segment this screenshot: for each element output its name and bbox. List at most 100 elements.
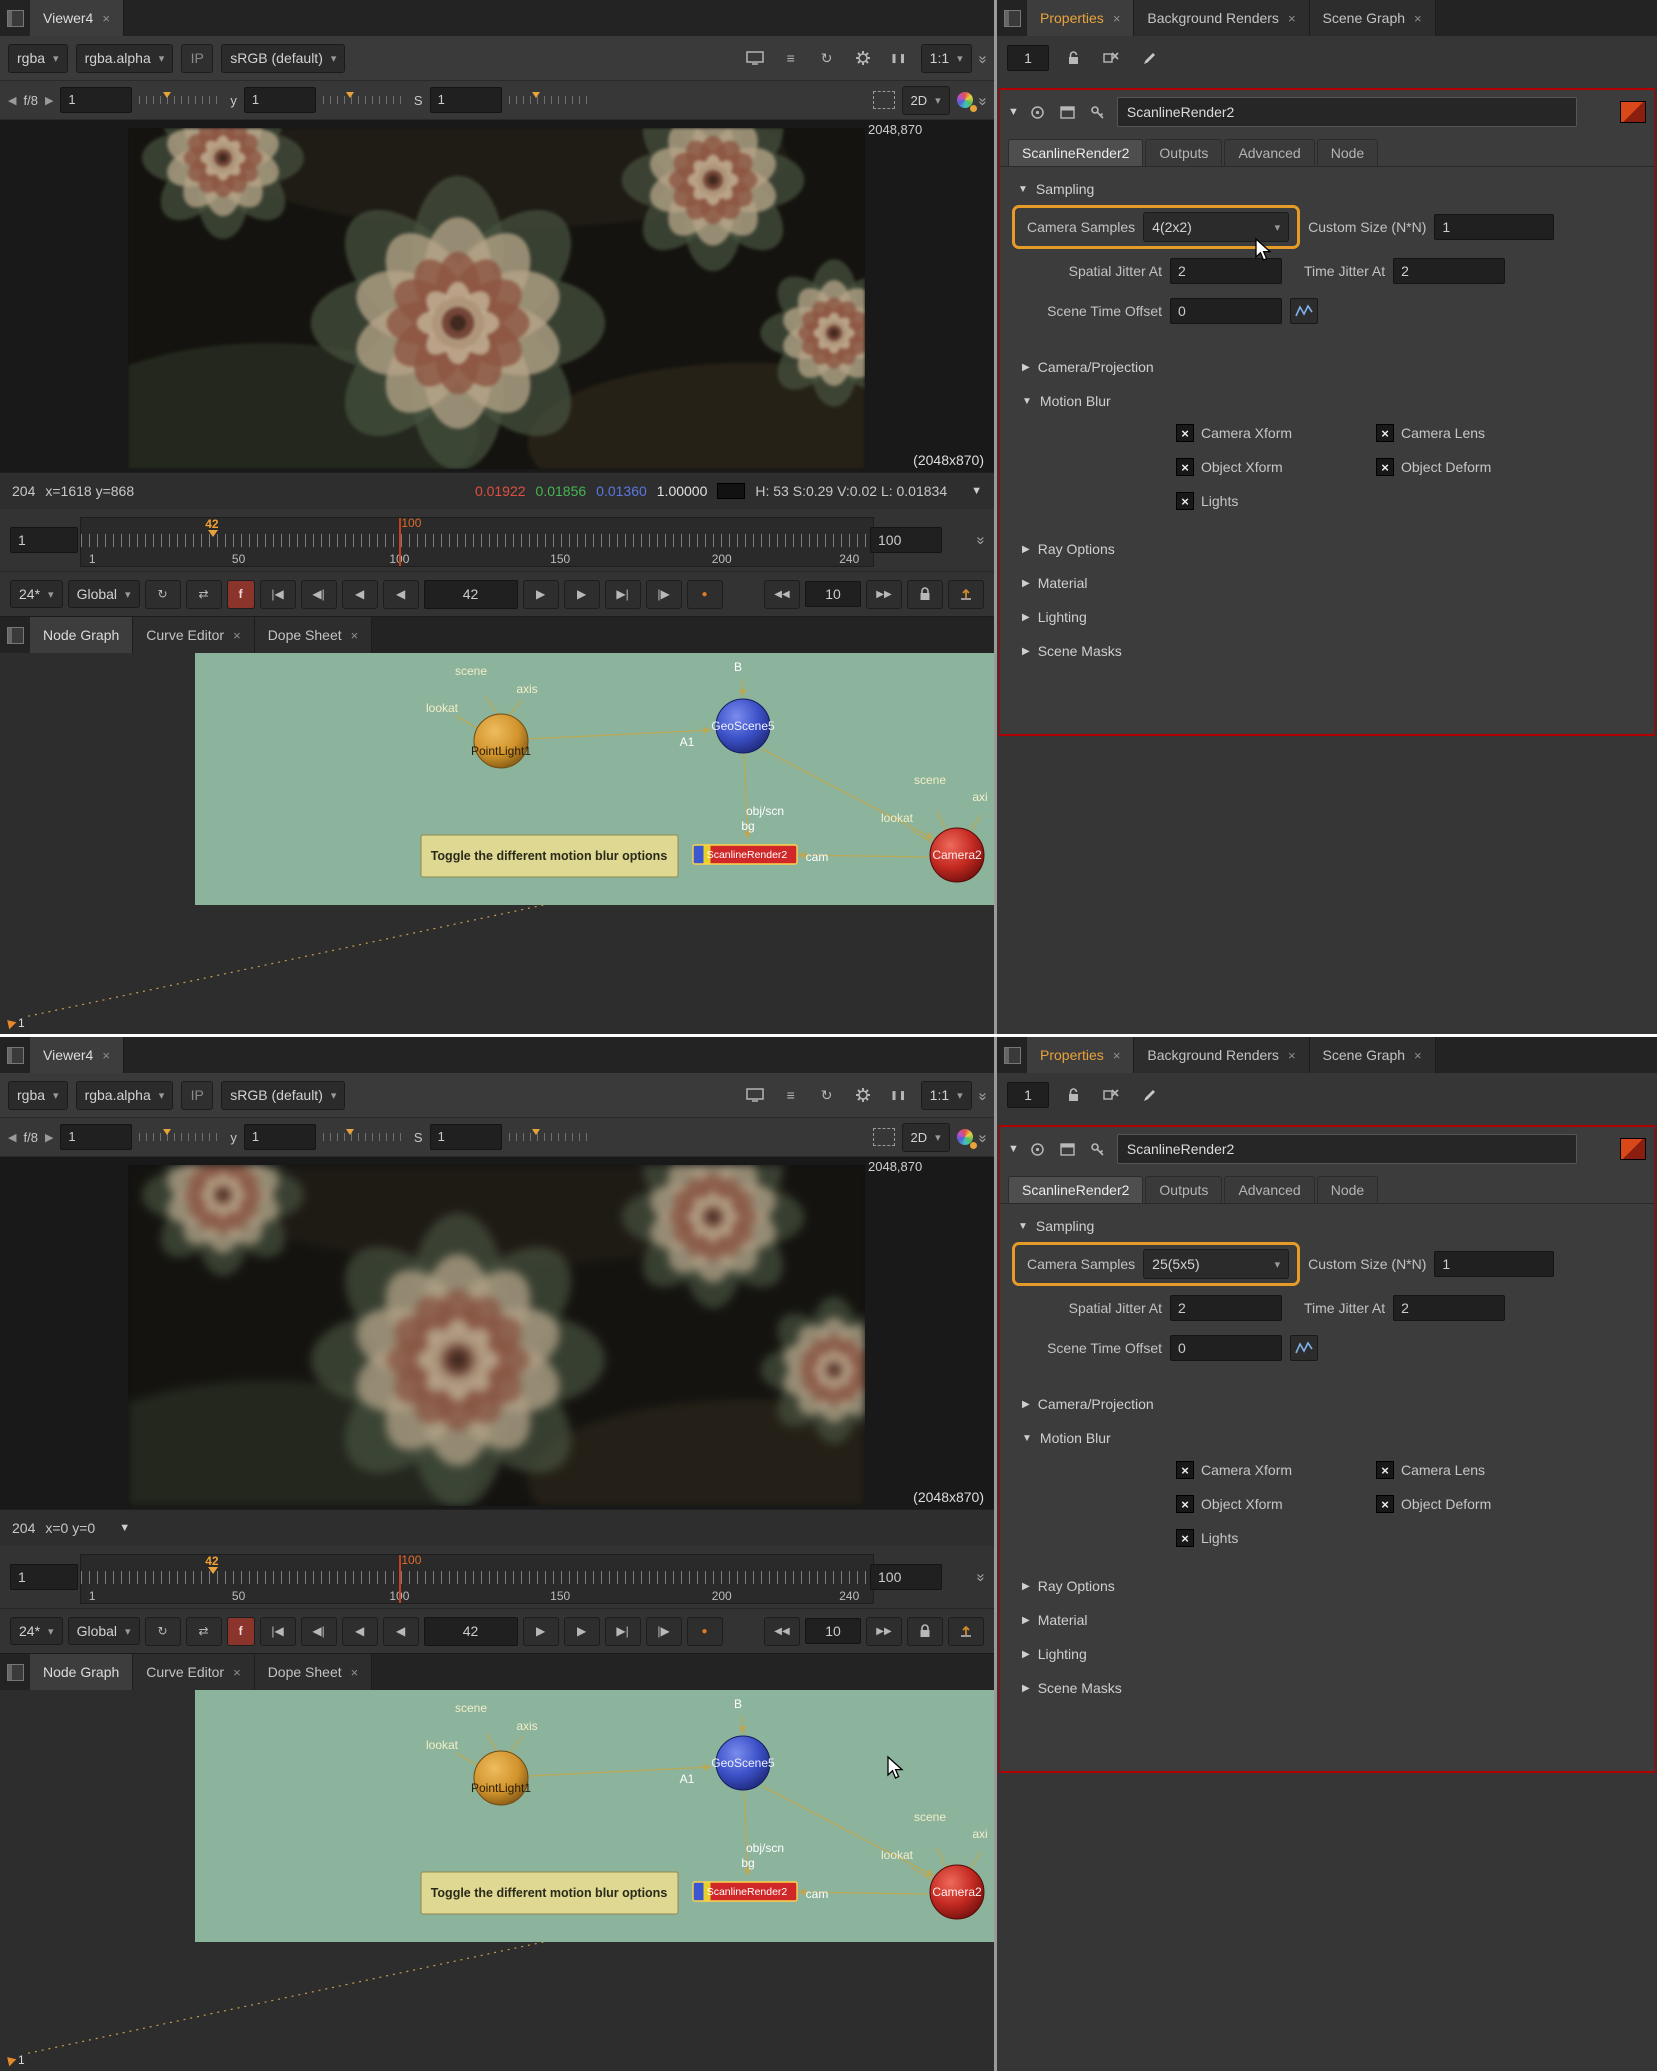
view-mode-select[interactable]: 2D▾ [902, 1123, 950, 1152]
collapse-icon[interactable]: ▼ [1008, 106, 1019, 118]
goto-start-button[interactable]: |◀ [260, 1617, 296, 1646]
aperture-label[interactable]: f/8 [23, 93, 37, 108]
prev-keyframe-button[interactable]: ◀| [301, 1617, 337, 1646]
section-motion-blur[interactable]: ▼ Motion Blur [1022, 389, 1654, 413]
next-arrow-icon[interactable]: ▶ [45, 1131, 53, 1144]
menu-icon[interactable]: ≡ [777, 1082, 805, 1108]
checkbox-object-xform[interactable]: ×Object Xform [1176, 1495, 1368, 1513]
close-icon[interactable]: × [102, 1048, 110, 1063]
zoom-select[interactable]: 1:1▾ [921, 44, 972, 73]
play-forward-button[interactable]: ▶ [564, 1617, 600, 1646]
colorspace-select[interactable]: sRGB (default)▾ [221, 1081, 345, 1110]
timeline-ruler[interactable]: 1 50 100 150 200 240 100 42 [80, 517, 874, 567]
key-icon[interactable] [1087, 1136, 1109, 1162]
gain-slider[interactable] [139, 1132, 223, 1142]
flipbook-button[interactable] [948, 580, 984, 609]
close-icon[interactable]: × [1113, 1048, 1121, 1063]
section-camera-projection[interactable]: ▶ Camera/Projection [1022, 355, 1654, 379]
collapse-icon[interactable]: ▼ [1008, 1143, 1019, 1155]
display-icon[interactable] [741, 45, 769, 71]
next-keyframe-button[interactable]: ▶| [605, 580, 641, 609]
loop-mode-button[interactable]: ↻ [145, 1617, 181, 1646]
saturation-field[interactable]: 1 [430, 1124, 502, 1150]
frame-range-select[interactable]: Global▾ [68, 580, 140, 608]
flipbook-button[interactable] [948, 1617, 984, 1646]
chevrons-icon[interactable]: » [972, 536, 989, 542]
checkbox-camera-xform[interactable]: ×Camera Xform [1176, 424, 1368, 442]
lock-icon[interactable] [1059, 1082, 1087, 1108]
section-ray-options[interactable]: ▶ Ray Options [1022, 1574, 1654, 1598]
record-button[interactable]: ● [687, 1617, 723, 1646]
tab-node-graph[interactable]: Node Graph [30, 1654, 133, 1690]
section-scene-masks[interactable]: ▶ Scene Masks [1022, 639, 1654, 663]
float-panel-icon[interactable] [1057, 99, 1079, 125]
section-lighting[interactable]: ▶ Lighting [1022, 605, 1654, 629]
panel-menu-icon[interactable] [0, 0, 30, 36]
gamma-field[interactable]: 1 [244, 87, 316, 113]
pause-icon[interactable]: ❚❚ [885, 45, 913, 71]
max-panels-field[interactable]: 1 [1007, 1082, 1049, 1108]
goto-end-button[interactable]: |▶ [646, 1617, 682, 1646]
checkbox-object-deform[interactable]: ×Object Deform [1376, 458, 1568, 476]
play-backward-button[interactable]: ◀ [342, 1617, 378, 1646]
close-icon[interactable]: × [351, 628, 359, 643]
frame-lock-button[interactable]: f [227, 1617, 255, 1646]
section-sampling[interactable]: ▼ Sampling [1018, 177, 1654, 201]
close-icon[interactable]: × [233, 1665, 241, 1680]
viewer-viewport[interactable]: 2048,870 (2048x870) [0, 120, 994, 472]
key-icon[interactable] [1087, 99, 1109, 125]
section-sampling[interactable]: ▼ Sampling [1018, 1214, 1654, 1238]
checkbox-object-xform[interactable]: ×Object Xform [1176, 458, 1368, 476]
next-keyframe-button[interactable]: ▶| [605, 1617, 641, 1646]
tab-outputs[interactable]: Outputs [1145, 1176, 1222, 1203]
close-icon[interactable]: × [233, 628, 241, 643]
tab-advanced[interactable]: Advanced [1224, 1176, 1314, 1203]
saturation-slider[interactable] [509, 95, 593, 105]
chevrons-icon[interactable]: » [974, 1134, 991, 1140]
viewer-viewport[interactable]: 2048,870 (2048x870) [0, 1157, 994, 1509]
close-icon[interactable]: × [1113, 11, 1121, 26]
saturation-slider[interactable] [509, 1132, 593, 1142]
checkbox-lights[interactable]: ×Lights [1176, 492, 1368, 510]
tab-node[interactable]: Node [1317, 1176, 1378, 1203]
checkbox-camera-lens[interactable]: ×Camera Lens [1376, 1461, 1568, 1479]
tab-background-renders[interactable]: Background Renders× [1134, 0, 1309, 36]
play-backward-button[interactable]: ◀ [342, 580, 378, 609]
gear-icon[interactable] [849, 1082, 877, 1108]
close-icon[interactable]: × [102, 11, 110, 26]
node-graph-area[interactable]: Toggle the different motion blur options… [0, 1690, 994, 2071]
pencil-icon[interactable] [1135, 1082, 1163, 1108]
zoom-select[interactable]: 1:1▾ [921, 1081, 972, 1110]
clear-panels-icon[interactable] [1097, 45, 1125, 71]
menu-icon[interactable]: ≡ [777, 45, 805, 71]
step-back-button[interactable]: ◀ [383, 580, 419, 609]
frame-lock-button[interactable]: f [227, 580, 255, 609]
tab-node-graph[interactable]: Node Graph [30, 617, 133, 653]
tab-curve-editor[interactable]: Curve Editor× [133, 617, 254, 653]
section-material[interactable]: ▶ Material [1022, 571, 1654, 595]
saturation-field[interactable]: 1 [430, 87, 502, 113]
fps-select[interactable]: 24*▾ [10, 1617, 63, 1645]
pane-divider[interactable] [994, 1037, 997, 2071]
panel-menu-icon[interactable] [0, 617, 30, 653]
camera-samples-select[interactable]: 25(5x5)▾ [1143, 1249, 1289, 1279]
tab-properties[interactable]: Properties× [1027, 0, 1134, 36]
channels-select[interactable]: rgba▾ [8, 44, 68, 73]
range-start-field[interactable]: 1 [10, 1564, 78, 1590]
prev-keyframe-button[interactable]: ◀| [301, 580, 337, 609]
center-node-icon[interactable] [1027, 99, 1049, 125]
section-ray-options[interactable]: ▶ Ray Options [1022, 537, 1654, 561]
close-icon[interactable]: × [1288, 1048, 1296, 1063]
panel-menu-icon[interactable] [997, 1037, 1027, 1073]
spatial-jitter-field[interactable]: 2 [1170, 1295, 1282, 1321]
section-camera-projection[interactable]: ▶ Camera/Projection [1022, 1392, 1654, 1416]
tab-properties[interactable]: Properties× [1027, 1037, 1134, 1073]
chevron-down-icon[interactable]: ▼ [119, 1522, 130, 1534]
tab-curve-editor[interactable]: Curve Editor× [133, 1654, 254, 1690]
center-node-icon[interactable] [1027, 1136, 1049, 1162]
panel-menu-icon[interactable] [997, 0, 1027, 36]
color-wheel-icon[interactable] [957, 1129, 973, 1145]
current-frame-field[interactable]: 42 [424, 580, 518, 609]
node-pointlight1[interactable] [474, 714, 528, 768]
float-panel-icon[interactable] [1057, 1136, 1079, 1162]
